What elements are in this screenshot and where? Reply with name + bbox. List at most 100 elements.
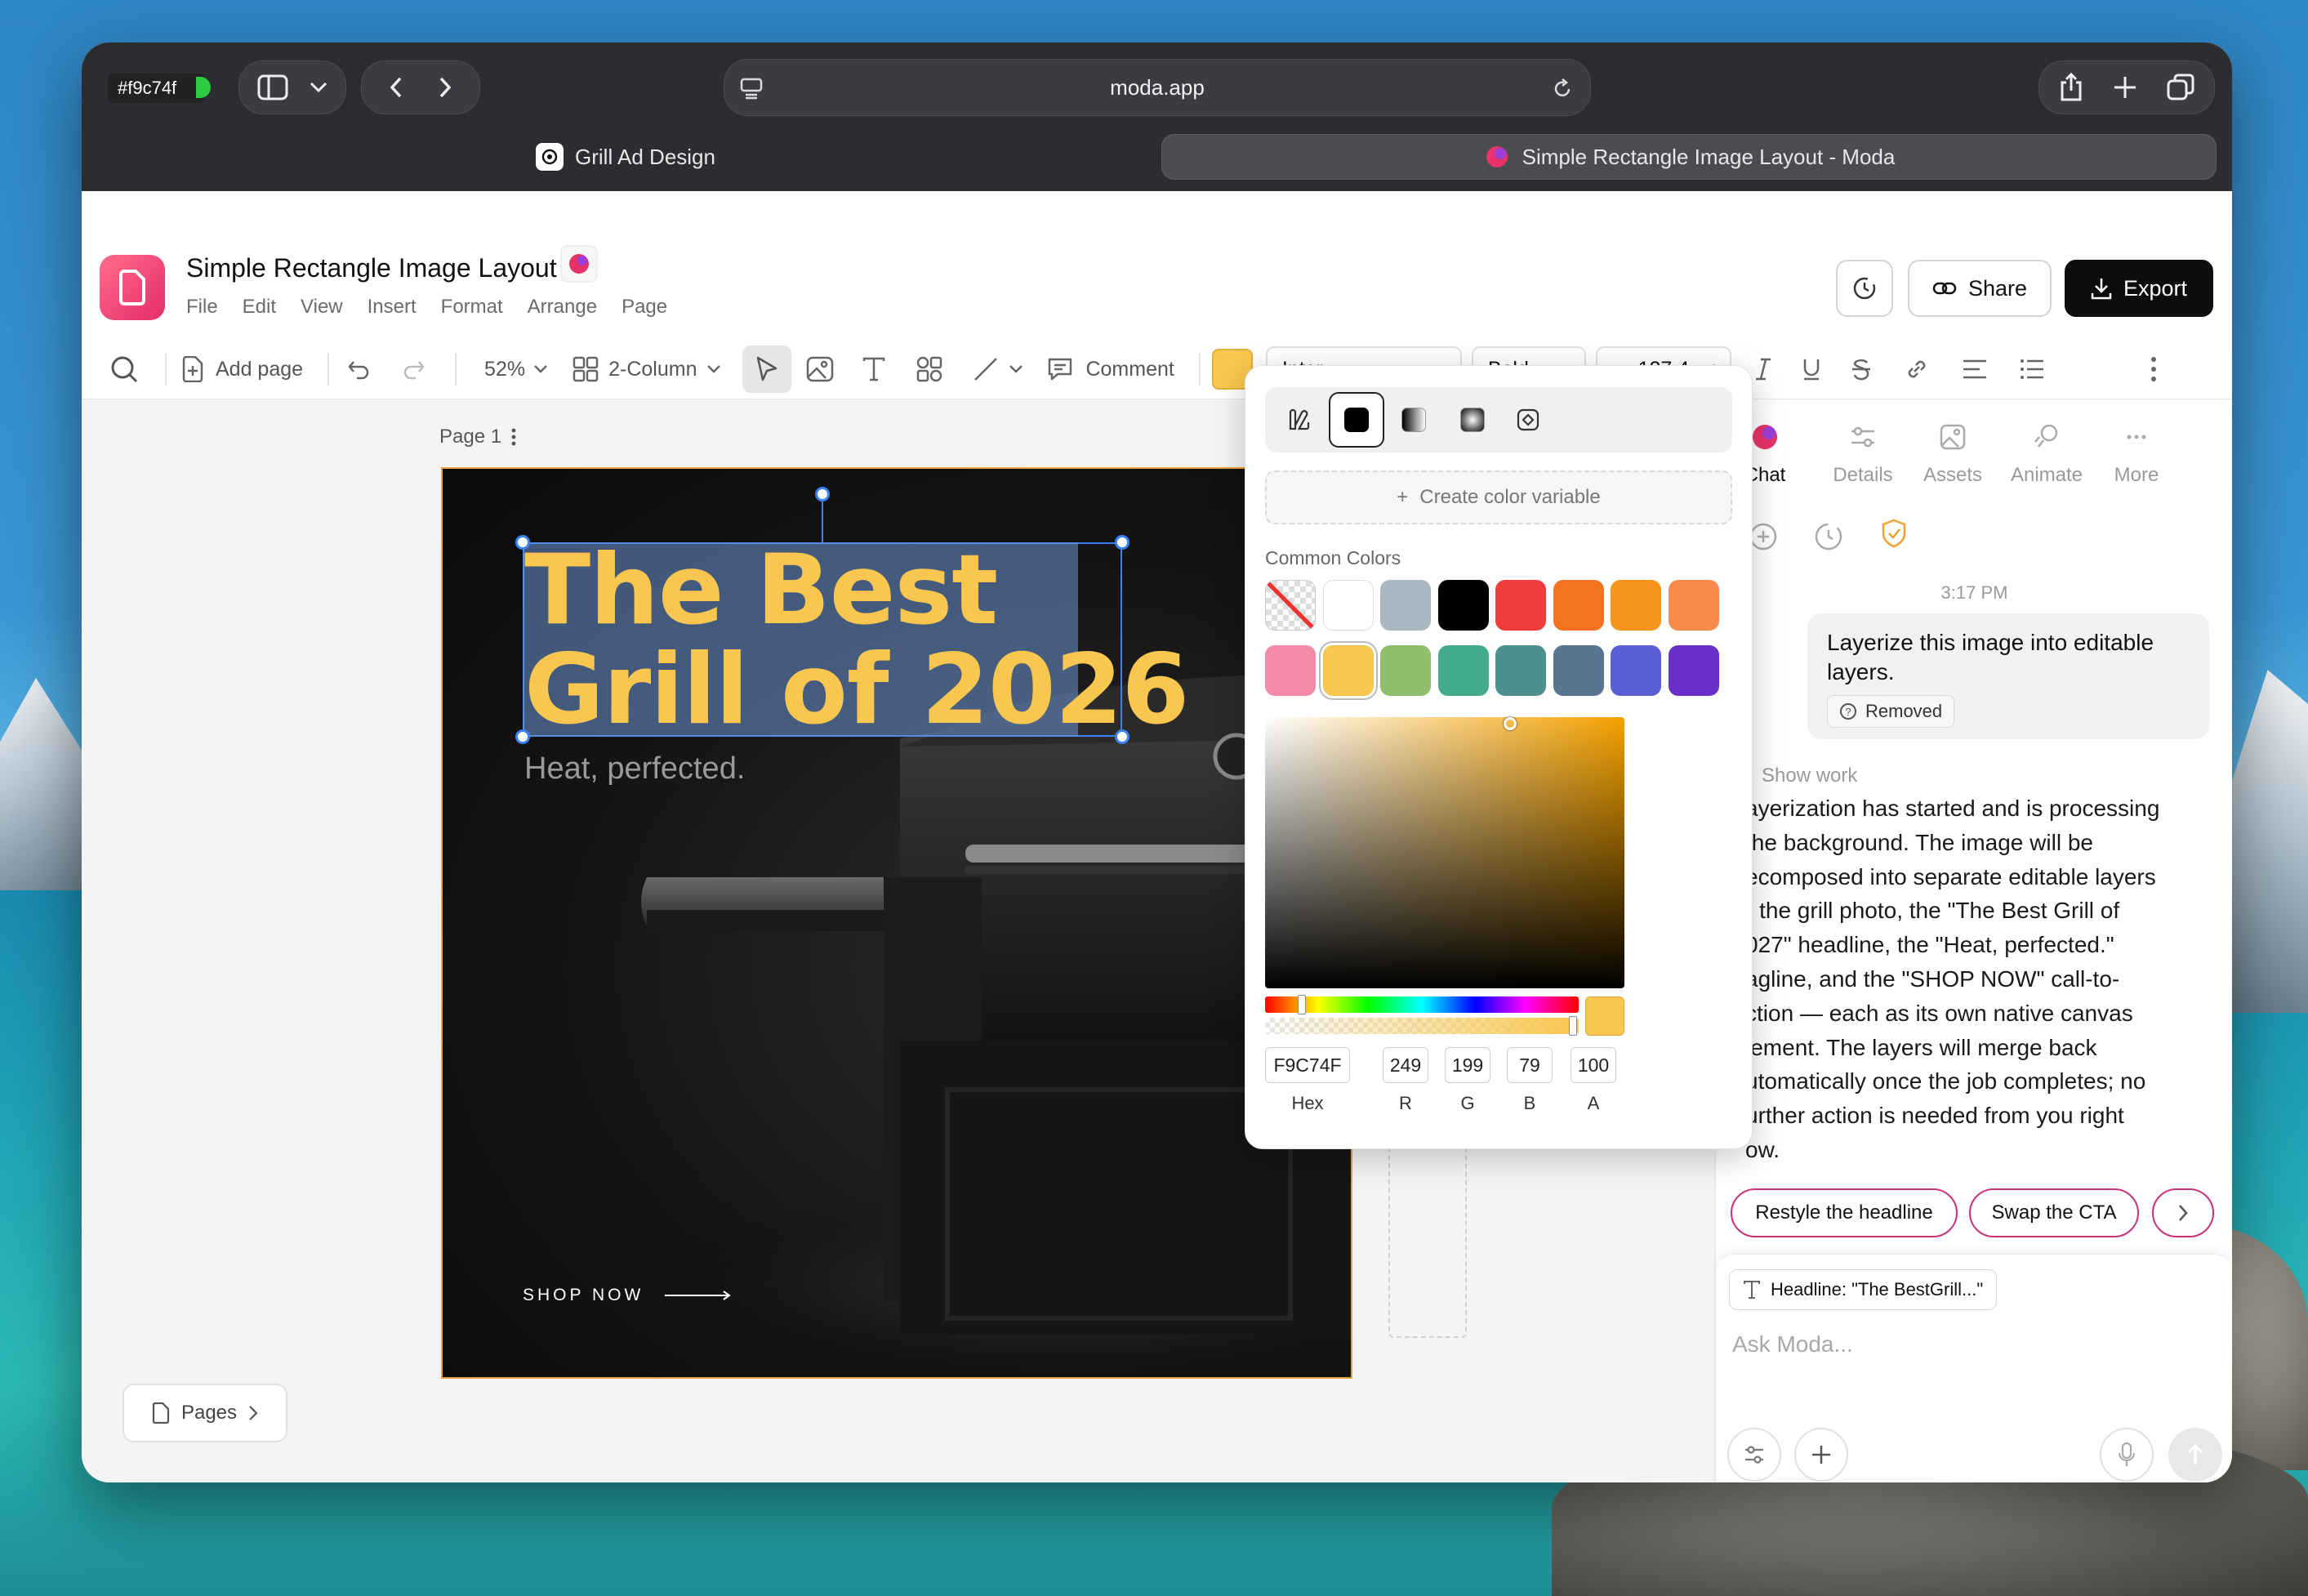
tab-more[interactable]: More [2100, 421, 2173, 487]
menu-insert[interactable]: Insert [368, 296, 417, 319]
moda-assistant-icon[interactable] [560, 245, 598, 283]
green-input[interactable]: 199 [1445, 1047, 1490, 1083]
hex-input[interactable]: F9C74F [1265, 1047, 1350, 1083]
suggestion-chip[interactable]: Swap the CTA [1969, 1188, 2139, 1237]
tagline-text[interactable]: Heat, perfected. [524, 751, 745, 787]
chat-input[interactable]: Ask Moda... [1732, 1331, 1853, 1357]
select-tool[interactable] [742, 346, 792, 393]
headline-text[interactable]: The Best Grill of 2026 [524, 541, 1189, 740]
search-icon[interactable] [109, 354, 139, 384]
color-swatch[interactable] [1265, 645, 1316, 696]
hue-handle[interactable] [1298, 995, 1306, 1014]
suggestion-chip[interactable]: Restyle the headline [1731, 1188, 1958, 1237]
zoom-dropdown[interactable]: 52% [484, 358, 548, 381]
page-menu-icon[interactable] [739, 76, 764, 100]
tab-radial-gradient[interactable] [1446, 394, 1499, 446]
attach-button[interactable] [1794, 1428, 1848, 1482]
color-swatch[interactable] [1437, 645, 1489, 696]
menu-format[interactable]: Format [441, 296, 503, 319]
color-swatch[interactable] [1611, 580, 1661, 631]
new-chat-icon[interactable] [1749, 522, 1778, 551]
page-label[interactable]: Page 1 [439, 426, 516, 448]
saturation-value-area[interactable] [1265, 717, 1624, 988]
more-vertical-icon[interactable] [511, 427, 516, 447]
color-swatch[interactable] [1553, 645, 1604, 696]
bullet-list-icon[interactable] [2019, 358, 2045, 381]
shield-check-icon[interactable] [1878, 517, 1910, 550]
hue-slider[interactable] [1265, 995, 1579, 1014]
color-swatch[interactable] [1380, 580, 1431, 631]
alpha-input[interactable]: 100 [1571, 1047, 1616, 1083]
color-swatch[interactable] [1437, 580, 1489, 631]
text-tool-icon[interactable] [862, 356, 886, 382]
color-cursor[interactable] [1504, 717, 1517, 730]
share-icon[interactable] [2059, 73, 2083, 102]
context-chip[interactable]: Headline: "The BestGrill..." [1729, 1269, 1998, 1310]
menu-page[interactable]: Page [622, 296, 667, 319]
chat-history-icon[interactable] [1814, 522, 1843, 551]
tab-image-fill[interactable] [1502, 394, 1554, 446]
back-icon[interactable] [390, 77, 403, 98]
show-work-toggle[interactable]: Show work [1762, 765, 1857, 787]
undo-icon[interactable] [347, 359, 370, 380]
more-vertical-icon[interactable] [2150, 355, 2158, 383]
tab-moda-layout[interactable]: Simple Rectangle Image Layout - Moda [1161, 134, 2217, 180]
tab-overview-icon[interactable] [2167, 74, 2194, 101]
settings-button[interactable] [1727, 1428, 1781, 1482]
doc-title[interactable]: Simple Rectangle Image Layout [186, 253, 557, 283]
tab-assets[interactable]: Assets [1912, 421, 1994, 487]
new-tab-icon[interactable] [2113, 75, 2137, 100]
layout-dropdown[interactable]: 2-Column [573, 356, 721, 382]
line-tool-dropdown[interactable] [973, 356, 1023, 382]
add-page-button[interactable]: Add page [181, 356, 303, 382]
strikethrough-icon[interactable] [1851, 357, 1872, 381]
cta[interactable]: SHOP NOW [523, 1286, 732, 1305]
create-color-variable-button[interactable]: + Create color variable [1265, 470, 1732, 524]
color-swatch[interactable] [1495, 645, 1546, 696]
color-swatch[interactable] [1553, 580, 1604, 631]
artboard[interactable]: The Best Grill of 2026 Heat, perfected. … [441, 467, 1352, 1379]
redo-icon[interactable] [403, 359, 426, 380]
hyperlink-icon[interactable] [1903, 355, 1931, 383]
color-swatch[interactable] [1495, 580, 1546, 631]
export-button[interactable]: Export [2065, 260, 2213, 317]
blue-input[interactable]: 79 [1507, 1047, 1553, 1083]
send-button[interactable] [2168, 1428, 2222, 1482]
history-button[interactable] [1836, 260, 1893, 317]
color-swatch[interactable] [1611, 645, 1661, 696]
align-left-icon[interactable] [1962, 358, 1988, 381]
no-color-swatch[interactable] [1265, 580, 1316, 631]
suggestions-next-button[interactable] [2152, 1188, 2214, 1237]
color-swatch[interactable] [1668, 580, 1719, 631]
alpha-slider[interactable] [1265, 1016, 1579, 1036]
menu-arrange[interactable]: Arrange [528, 296, 597, 319]
app-logo[interactable] [100, 255, 165, 320]
tab-linear-gradient[interactable] [1388, 394, 1440, 446]
microphone-button[interactable] [2100, 1428, 2154, 1482]
sidebar-toggle[interactable] [238, 60, 346, 114]
pages-button[interactable]: Pages [123, 1384, 287, 1442]
address-bar[interactable]: moda.app [724, 59, 1591, 116]
share-button[interactable]: Share [1908, 260, 2052, 317]
color-swatch[interactable] [1380, 645, 1431, 696]
shapes-tool-icon[interactable] [916, 355, 943, 383]
color-swatch[interactable] [1322, 645, 1374, 696]
menu-file[interactable]: File [186, 296, 218, 319]
tab-animate[interactable]: Animate [2002, 421, 2092, 487]
forward-icon[interactable] [439, 77, 452, 98]
tab-libraries[interactable] [1273, 394, 1326, 446]
italic-icon[interactable] [1754, 357, 1772, 381]
menu-edit[interactable]: Edit [243, 296, 276, 319]
red-input[interactable]: 249 [1383, 1047, 1428, 1083]
green-traffic-light[interactable] [196, 77, 211, 98]
underline-icon[interactable] [1802, 357, 1821, 381]
alpha-handle[interactable] [1569, 1016, 1577, 1036]
removed-badge[interactable]: ? Removed [1827, 695, 1955, 728]
rotate-handle[interactable] [815, 487, 830, 502]
reload-icon[interactable] [1551, 78, 1574, 100]
tab-solid[interactable] [1329, 392, 1384, 448]
comment-button[interactable]: Comment [1046, 356, 1174, 382]
tab-grill-ad-design[interactable]: Grill Ad Design [96, 134, 1155, 180]
menu-view[interactable]: View [301, 296, 343, 319]
color-swatch[interactable] [1322, 580, 1374, 631]
